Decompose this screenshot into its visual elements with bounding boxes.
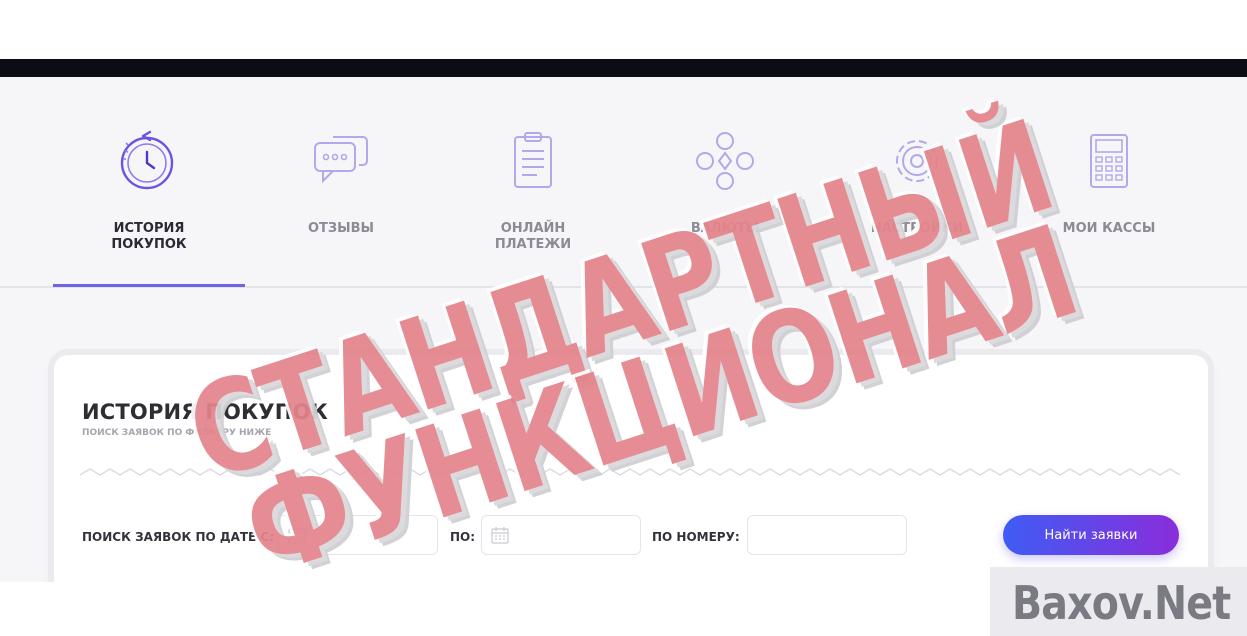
nav-label-settings: НАСТРОЙКИ [870,221,964,236]
chat-bubbles-icon [314,136,368,184]
main-nav: ИСТОРИЯ ПОКУПОК ОТЗЫВЫ ОНЛАЙН ПЛАТЕЖИ ВА… [0,77,1247,289]
number-field[interactable] [747,515,907,555]
window-top-bar [0,59,1247,77]
nav-label-my-cashboxes: МОИ КАССЫ [1062,221,1156,236]
gear-icon [896,140,938,182]
calendar-icon [491,527,509,544]
nav-label-currencies: ВАЛЮТЫ [690,221,760,236]
number-label: ПО НОМЕРУ: [652,530,740,544]
calendar-icon [288,527,306,544]
date-from-label: ПОИСК ЗАЯВОК ПО ДАТЕ С: [82,530,275,544]
date-to-field[interactable] [481,515,641,555]
calculator-icon [1090,134,1128,188]
number-input[interactable] [748,516,906,554]
nav-item-my-cashboxes[interactable]: МОИ КАССЫ [1013,77,1205,289]
nav-item-online-payments[interactable]: ОНЛАЙН ПЛАТЕЖИ [437,77,629,289]
app-screen: ИСТОРИЯ ПОКУПОК ОТЗЫВЫ ОНЛАЙН ПЛАТЕЖИ ВА… [0,77,1247,582]
clipboard-icon [514,132,552,188]
nav-label-reviews: ОТЗЫВЫ [307,221,374,236]
nav-item-currencies[interactable]: ВАЛЮТЫ [629,77,821,289]
nav-item-settings[interactable]: НАСТРОЙКИ [821,77,1013,289]
clock-history-icon [120,130,174,190]
date-from-field[interactable] [278,515,438,555]
currencies-icon [696,132,754,190]
find-orders-button[interactable]: Найти заявки [1003,515,1179,555]
active-tab-indicator [53,284,245,287]
card-title: ИСТОРИЯ ПОКУПОК [82,400,328,424]
zigzag-divider [80,468,1180,476]
site-watermark: Baxov.Net [1012,576,1231,630]
card-subtitle: ПОИСК ЗАЯВОК ПО ФИЛЬТРУ НИЖЕ [82,428,272,438]
nav-label-online-payments: ОНЛАЙН ПЛАТЕЖИ [494,221,572,252]
purchase-history-card: ИСТОРИЯ ПОКУПОК ПОИСК ЗАЯВОК ПО ФИЛЬТРУ … [54,355,1208,582]
date-to-label: ПО: [450,530,476,544]
nav-item-reviews[interactable]: ОТЗЫВЫ [245,77,437,289]
nav-item-purchase-history[interactable]: ИСТОРИЯ ПОКУПОК [53,77,245,289]
nav-label-purchase-history: ИСТОРИЯ ПОКУПОК [111,221,187,252]
